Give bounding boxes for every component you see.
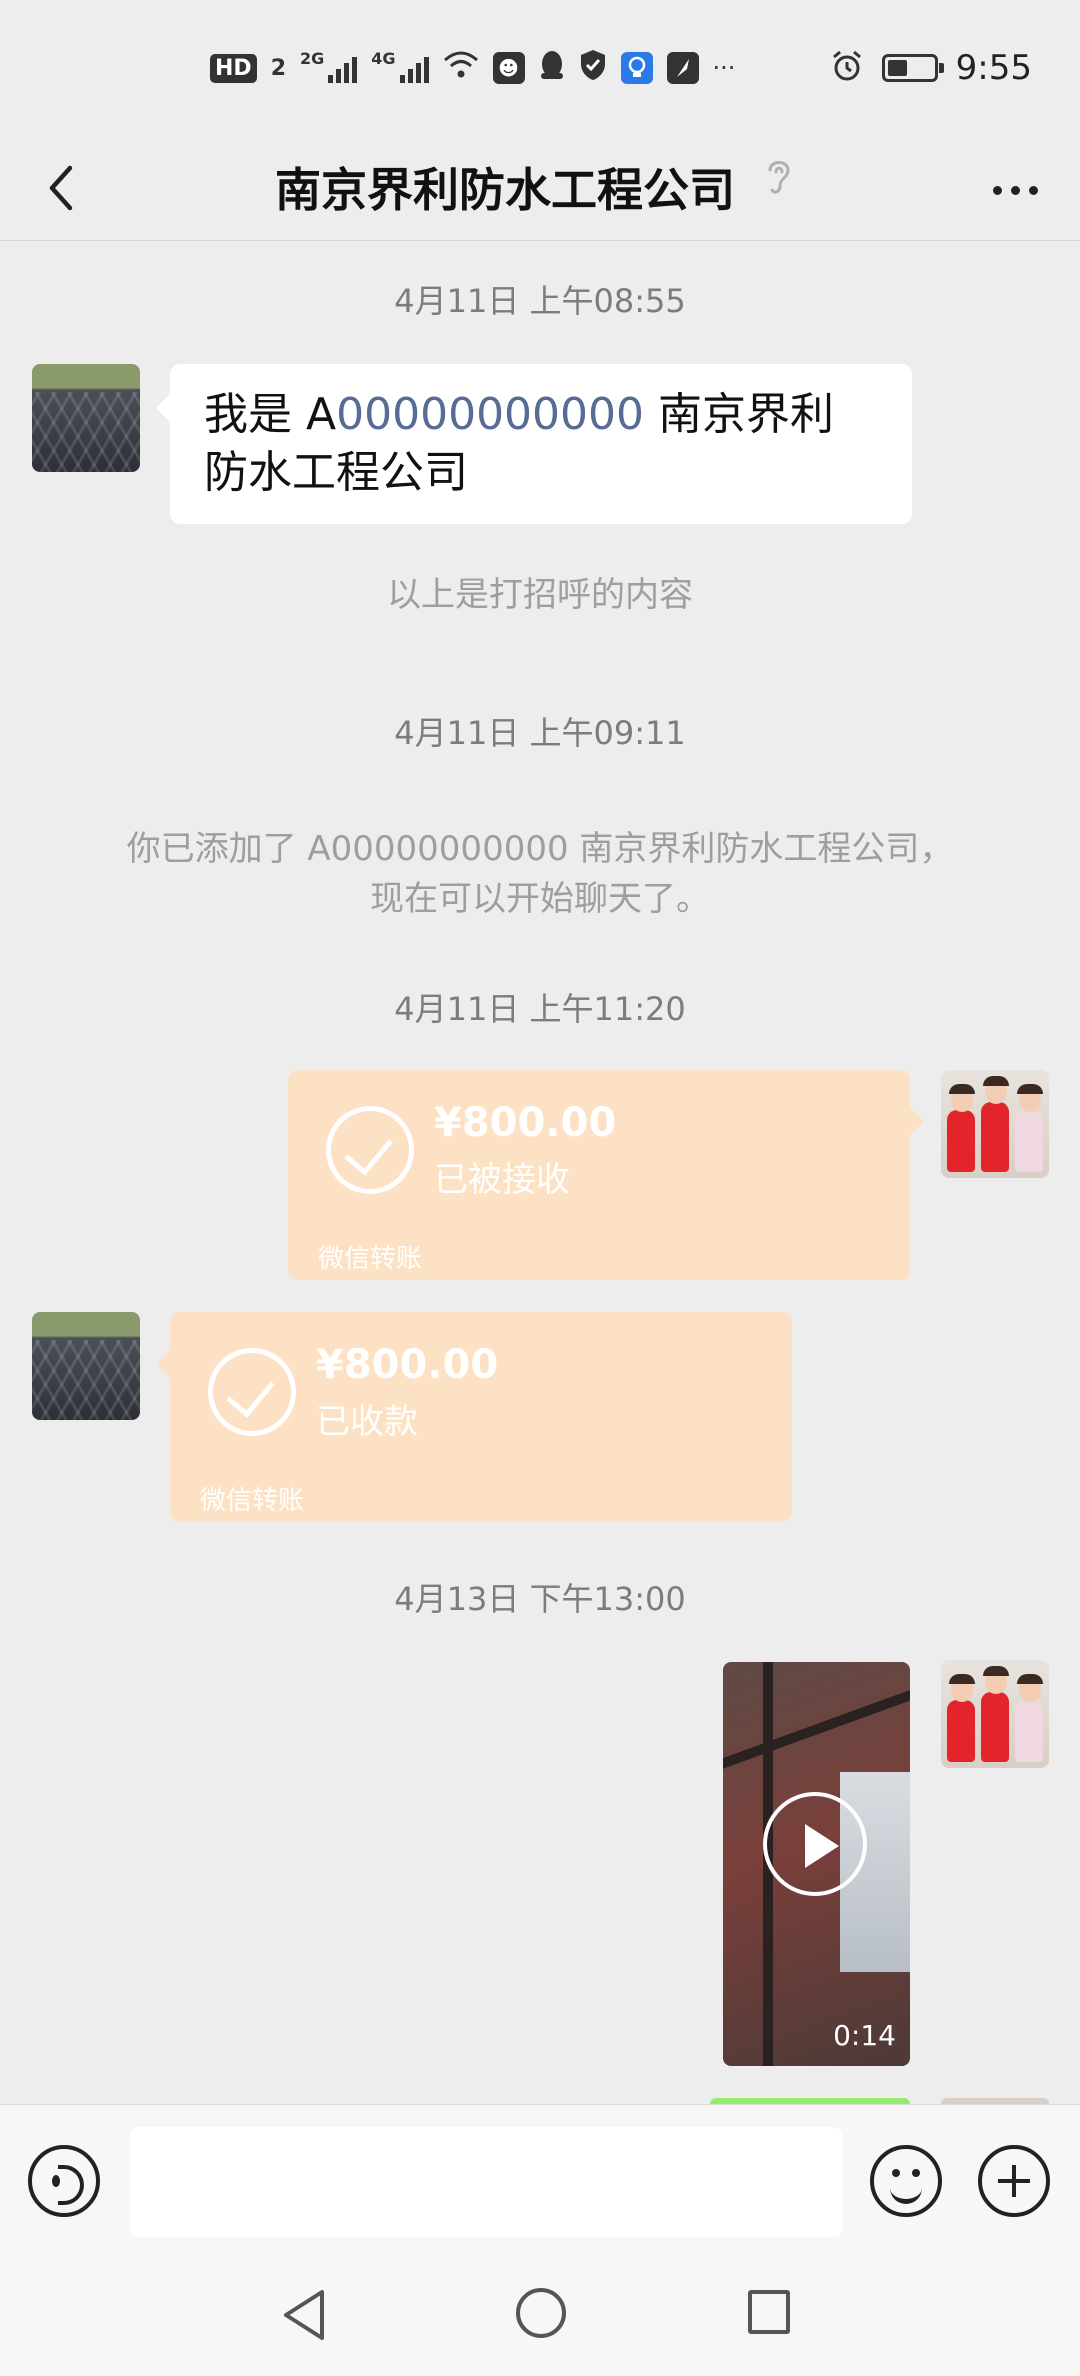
friend-added-line2: 现在可以开始聊天了。 [370,879,710,919]
sim-slot-label: 2 [270,55,286,81]
signal-icon-2 [399,53,429,83]
message-timestamp: 4月11日 上午08:55 [394,282,686,320]
voice-input-icon[interactable] [28,2145,100,2217]
my-avatar[interactable] [941,1660,1049,1768]
alarm-icon [830,49,864,87]
transfer-amount: ¥800.00 [434,1100,617,1146]
transfer-amount: ¥800.00 [316,1342,499,1388]
transfer-label: 微信转账 [318,1244,423,1274]
battery-level [887,60,908,76]
feather-app-icon [666,52,699,84]
message-timestamp: 4月11日 上午09:11 [394,714,686,752]
greeting-message-bubble[interactable]: 我是 A00000000000 南京界利防水工程公司 [156,364,912,524]
plus-icon[interactable] [978,2145,1050,2217]
message-timestamp: 4月11日 上午11:20 [394,990,686,1028]
network-2g-label: 2G [300,48,325,68]
contact-avatar[interactable] [32,364,140,472]
clock: 9:55 [955,48,1032,88]
network-4g-label: 4G [371,48,396,68]
system-navigation-bar [0,2258,1080,2376]
header-divider [0,240,1080,241]
nav-home-circle-icon[interactable] [516,2288,566,2338]
friend-added-notice: 你已添加了 A00000000000 南京界利防水工程公司， 现在可以开始聊天了… [80,824,1000,924]
wechat-transfer-card-received[interactable]: ¥800.00 已收款 微信转账 [156,1312,792,1522]
greeting-note: 以上是打招呼的内容 [387,575,693,615]
friend-added-line1: 你已添加了 A00000000000 南京界利防水工程公司， [126,829,954,869]
message-input[interactable] [130,2127,842,2237]
battery-icon [881,54,944,82]
more-options-button[interactable] [980,160,1050,220]
video-duration: 0:14 [833,2019,896,2052]
nav-recents-square-icon[interactable] [748,2290,790,2334]
chat-title: 南京界利防水工程公司 [275,163,735,217]
input-bar [0,2104,1080,2258]
shield-check-icon [579,49,607,87]
status-bar: HD 2 2G 4G ☻ ··· 9:55 [0,0,1080,140]
transfer-label: 微信转账 [200,1486,305,1516]
status-right: 9:55 [830,46,1032,90]
emoji-icon[interactable] [870,2145,942,2217]
signal-icon [328,53,358,83]
chat-header: 南京界利防水工程公司 [0,140,1080,240]
account-number-link[interactable]: 00000000000 [336,389,644,440]
hd-call-icon: HD [210,53,257,83]
wechat-transfer-card-sent[interactable]: ¥800.00 已被接收 微信转账 [288,1070,924,1280]
checkmark-circle-icon [326,1106,414,1194]
nav-back-triangle-icon[interactable] [280,2288,330,2346]
checkmark-circle-icon [208,1348,296,1436]
more-notifications-icon: ··· [712,54,736,82]
my-avatar[interactable] [941,1070,1049,1178]
contact-avatar[interactable] [32,1312,140,1420]
earpiece-mode-icon [762,154,796,202]
wifi-icon [443,50,479,86]
transfer-status: 已收款 [316,1402,418,1442]
message-timestamp: 4月13日 下午13:00 [394,1580,686,1618]
greeting-prefix: 我是 A [204,389,337,440]
qq-penguin-icon [539,49,565,87]
robot-app-icon: ☻ [492,52,525,84]
play-icon[interactable] [763,1792,867,1896]
video-message[interactable]: 0:14 [723,1662,910,2066]
lightbulb-app-icon [620,52,653,84]
status-icons: HD 2 2G 4G ☻ ··· [210,48,735,88]
transfer-status: 已被接收 [434,1160,570,1200]
